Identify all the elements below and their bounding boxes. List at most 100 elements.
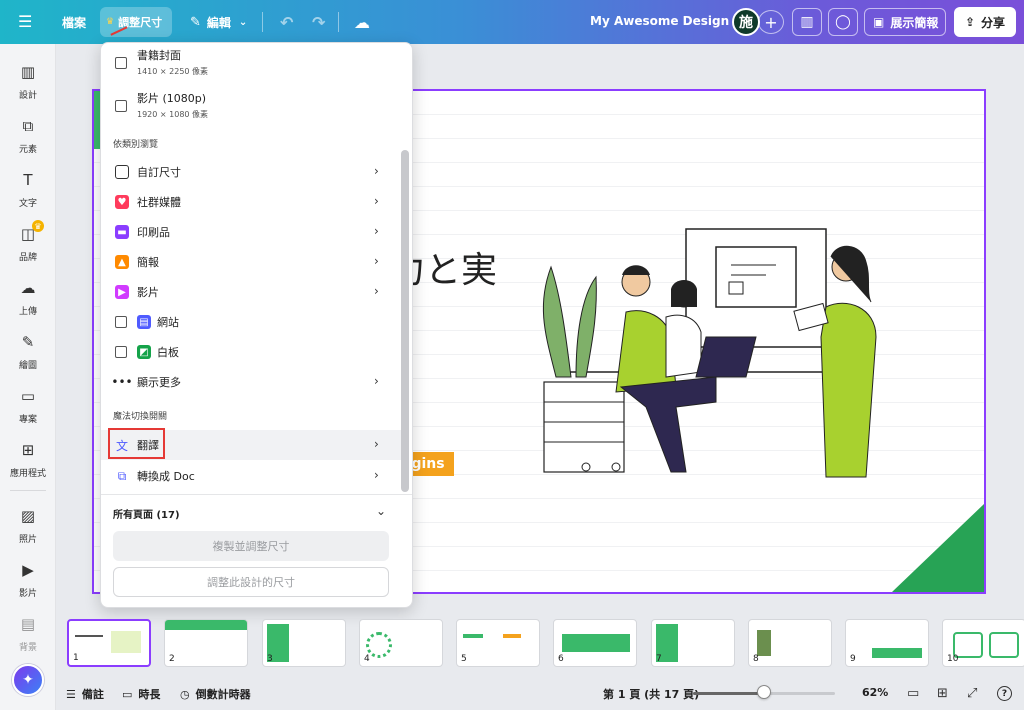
category-label: 顯示更多 bbox=[137, 376, 181, 389]
dropdown-scrollbar[interactable] bbox=[401, 150, 409, 492]
page-thumbnail[interactable]: 9 bbox=[845, 619, 929, 667]
category-presentation[interactable]: ▲ 簡報 bbox=[115, 253, 412, 271]
cloud-save-icon[interactable]: ☁ bbox=[346, 7, 378, 37]
chevron-right-icon: › bbox=[374, 224, 379, 238]
page-thumbnail[interactable]: 8 bbox=[748, 619, 832, 667]
thumbnail-number: 7 bbox=[656, 654, 662, 664]
add-collaborator-button[interactable]: + bbox=[758, 10, 784, 34]
rail-item-elements[interactable]: ⧉ 元素 bbox=[0, 110, 56, 160]
rail-item-videos[interactable]: ▶ 影片 bbox=[0, 554, 56, 604]
category-label: 簡報 bbox=[137, 256, 159, 269]
magic-convert-doc[interactable]: ⧉ 轉換成 Doc bbox=[115, 467, 412, 485]
file-menu-button[interactable]: 檔案 bbox=[54, 7, 94, 37]
copy-and-resize-button[interactable]: 複製並調整尺寸 bbox=[113, 531, 389, 561]
video-1080p-checkbox[interactable] bbox=[115, 100, 127, 112]
page-thumbnail[interactable]: 3 bbox=[262, 619, 346, 667]
category-video[interactable]: ▶ 影片 bbox=[115, 283, 412, 301]
category-website[interactable]: ▤ 網站 bbox=[115, 313, 412, 331]
background-icon: ▤ bbox=[20, 615, 36, 633]
page-indicator[interactable]: 第 1 頁 (共 17 頁) bbox=[603, 686, 699, 702]
thumbnail-number: 4 bbox=[364, 654, 370, 664]
website-icon: ▤ bbox=[137, 315, 151, 329]
duration-icon: ▭ bbox=[122, 687, 133, 701]
rail-item-background[interactable]: ▤ 背景 bbox=[0, 608, 56, 658]
share-button[interactable]: ⇪ 分享 bbox=[954, 7, 1016, 37]
rail-label: 設計 bbox=[18, 91, 37, 101]
chevron-down-icon[interactable]: ⌄ bbox=[376, 504, 386, 518]
chevron-right-icon: › bbox=[374, 374, 379, 388]
edit-label: 編輯 bbox=[206, 15, 231, 30]
browse-section-heading: 依類別瀏覽 bbox=[113, 140, 159, 150]
page-thumbnail[interactable]: 5 bbox=[456, 619, 540, 667]
comment-icon[interactable]: ◯ bbox=[828, 8, 858, 36]
upload-icon: ☁ bbox=[20, 279, 36, 297]
category-social-media[interactable]: ♥ 社群媒體 bbox=[115, 193, 412, 211]
page-thumbnail[interactable]: 1 bbox=[67, 619, 151, 667]
category-print[interactable]: ▬ 印刷品 bbox=[115, 223, 412, 241]
website-checkbox[interactable] bbox=[115, 316, 127, 328]
thumbnail-number: 6 bbox=[558, 654, 564, 664]
book-cover-checkbox[interactable] bbox=[115, 57, 127, 69]
all-pages-toggle[interactable]: 所有頁面 (17) bbox=[113, 504, 412, 522]
rail-item-draw[interactable]: ✎ 繪圖 bbox=[0, 326, 56, 376]
timer-button[interactable]: ◷ 倒數計時器 bbox=[180, 686, 251, 702]
rail-item-design[interactable]: ▥ 設計 bbox=[0, 56, 56, 106]
chevron-right-icon: › bbox=[374, 164, 379, 178]
rail-item-projects[interactable]: ▭ 專案 bbox=[0, 380, 56, 430]
option-size: 1410 × 2250 像素 bbox=[137, 67, 209, 76]
top-bar: ☰ 檔案 ♛ 調整尺寸 ✎ 編輯 ⌄ ↶ ↷ ☁ My Awesome Desi… bbox=[0, 0, 1024, 44]
category-whiteboard[interactable]: ◩ 白板 bbox=[115, 343, 412, 361]
fullscreen-icon[interactable]: ⤢ bbox=[967, 686, 977, 701]
category-show-more[interactable]: ••• 顯示更多 bbox=[111, 373, 412, 391]
left-rail: ▥ 設計 ⧉ 元素 T 文字 ◫ ♛ 品牌 ☁ 上傳 ✎ 繪圖 ▭ 專案 ⊞ 應… bbox=[0, 44, 56, 710]
crown-icon: ♛ bbox=[32, 220, 44, 232]
chevron-right-icon: › bbox=[374, 254, 379, 268]
help-icon[interactable]: ? bbox=[997, 686, 1012, 701]
rail-item-text[interactable]: T 文字 bbox=[0, 164, 56, 214]
whiteboard-checkbox[interactable] bbox=[115, 346, 127, 358]
page-thumbnail[interactable]: 2 bbox=[164, 619, 248, 667]
zoom-slider-knob[interactable] bbox=[757, 685, 771, 699]
print-icon: ▬ bbox=[115, 225, 129, 239]
category-label: 白板 bbox=[157, 346, 179, 359]
undo-icon[interactable]: ↶ bbox=[272, 7, 301, 37]
grid-view-icon[interactable]: ⊞ bbox=[937, 686, 948, 701]
category-label: 印刷品 bbox=[137, 226, 170, 239]
category-custom-size[interactable]: 自訂尺寸 bbox=[115, 163, 412, 181]
option-book-cover[interactable]: 書籍封面 1410 × 2250 像素 bbox=[115, 47, 412, 77]
page-thumbnail[interactable]: 10 bbox=[942, 619, 1024, 667]
resize-this-design-button[interactable]: 調整此設計的尺寸 bbox=[113, 567, 389, 597]
option-video-1080p[interactable]: 影片 (1080p) 1920 × 1080 像素 bbox=[115, 90, 412, 120]
menu-icon[interactable]: ☰ bbox=[18, 12, 36, 32]
thumbnail-number: 2 bbox=[169, 654, 175, 664]
rail-label: 元素 bbox=[18, 145, 37, 155]
avatar[interactable]: 施 bbox=[732, 8, 760, 36]
present-button[interactable]: ▣ 展示簡報 bbox=[864, 8, 946, 36]
chevron-right-icon: › bbox=[374, 194, 379, 208]
thumbnail-number: 5 bbox=[461, 654, 467, 664]
rail-item-brand[interactable]: ◫ ♛ 品牌 bbox=[0, 218, 56, 268]
rail-label: 品牌 bbox=[18, 253, 37, 263]
chevron-right-icon: › bbox=[374, 284, 379, 298]
social-media-icon: ♥ bbox=[115, 195, 129, 209]
rail-item-upload[interactable]: ☁ 上傳 bbox=[0, 272, 56, 322]
insights-chart-icon[interactable]: ▥ bbox=[792, 8, 822, 36]
design-title[interactable]: My Awesome Design 🤩 bbox=[590, 14, 748, 28]
page-thumbnail[interactable]: 6 bbox=[553, 619, 637, 667]
rail-item-photos[interactable]: ▨ 照片 bbox=[0, 500, 56, 550]
notes-button[interactable]: ☰ 備註 bbox=[66, 686, 104, 702]
page-view-icon[interactable]: ▭ bbox=[907, 686, 919, 701]
duration-button[interactable]: ▭ 時長 bbox=[122, 686, 160, 702]
highlight-annotation-box bbox=[108, 428, 165, 459]
redo-icon[interactable]: ↷ bbox=[304, 7, 333, 37]
category-label: 自訂尺寸 bbox=[137, 166, 181, 179]
category-label: 社群媒體 bbox=[137, 196, 181, 209]
page-thumbnail[interactable]: 4 bbox=[359, 619, 443, 667]
more-icon: ••• bbox=[111, 375, 133, 389]
rail-label: 影片 bbox=[18, 589, 37, 599]
rail-item-apps[interactable]: ⊞ 應用程式 bbox=[0, 434, 56, 484]
zoom-percentage[interactable]: 62% bbox=[862, 686, 888, 699]
page-thumbnail[interactable]: 7 bbox=[651, 619, 735, 667]
edit-menu-button[interactable]: ✎ 編輯 ⌄ bbox=[182, 7, 255, 37]
magic-assistant-icon[interactable]: ✦ bbox=[12, 664, 44, 696]
